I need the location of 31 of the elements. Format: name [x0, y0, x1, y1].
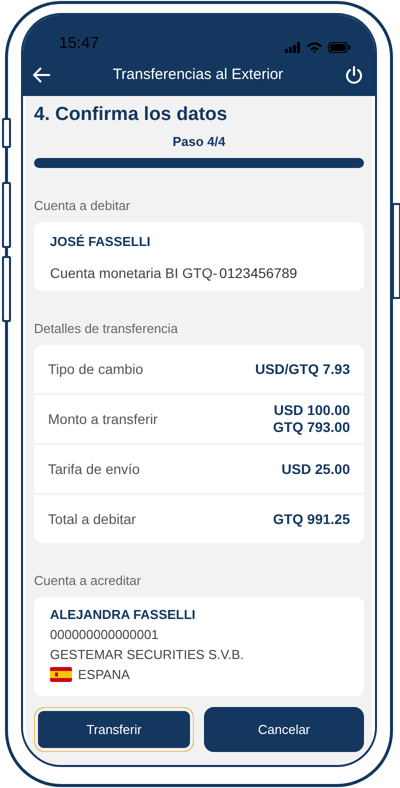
detail-value: GTQ 991.25 — [272, 510, 350, 528]
account-holder: JOSÉ FASSELLI — [50, 234, 152, 249]
detail-label: Tarifa de envío — [48, 461, 140, 477]
country-name: ESPANA — [78, 667, 130, 682]
detail-label: Total a debitar — [48, 511, 136, 527]
beneficiary-account: 000000000000001 — [50, 627, 160, 642]
detail-label: Tipo de cambio — [48, 361, 144, 377]
section-heading: Cuenta a debitar — [34, 198, 132, 213]
bank-name: GESTEMAR SECURITIES S.V.B. — [50, 647, 245, 662]
signal-icon — [285, 42, 301, 53]
status-time: 15:47 — [59, 35, 100, 53]
beneficiary-name: ALEJANDRA FASSELLI — [50, 607, 196, 622]
account-label: Cuenta monetaria BI GTQ- — [50, 265, 218, 281]
back-button[interactable] — [33, 66, 51, 82]
action-button[interactable]: Transferir — [34, 707, 194, 752]
detail-value: USD 25.00 — [282, 460, 350, 478]
step-label: Paso 4/4 — [172, 134, 226, 149]
detail-value: GTQ 793.00 — [272, 419, 350, 436]
wifi-icon — [307, 42, 322, 53]
battery-icon — [328, 42, 351, 53]
screen-title: Transferencias al Exterior — [112, 66, 284, 83]
detail-value: USD 100.00 — [274, 402, 350, 419]
section-heading: Detalles de transferencia — [34, 321, 179, 336]
flag-icon — [50, 667, 72, 682]
action-button[interactable]: Cancelar — [204, 707, 364, 752]
section-heading: Cuenta a acreditar — [34, 573, 142, 588]
detail-label: Monto a transferir — [48, 411, 158, 427]
power-button[interactable] — [345, 66, 363, 84]
step-title: 4. Confirma los datos — [34, 104, 228, 126]
detail-value: USD/GTQ 7.93 — [255, 360, 350, 378]
account-number: 0123456789 — [219, 265, 298, 281]
